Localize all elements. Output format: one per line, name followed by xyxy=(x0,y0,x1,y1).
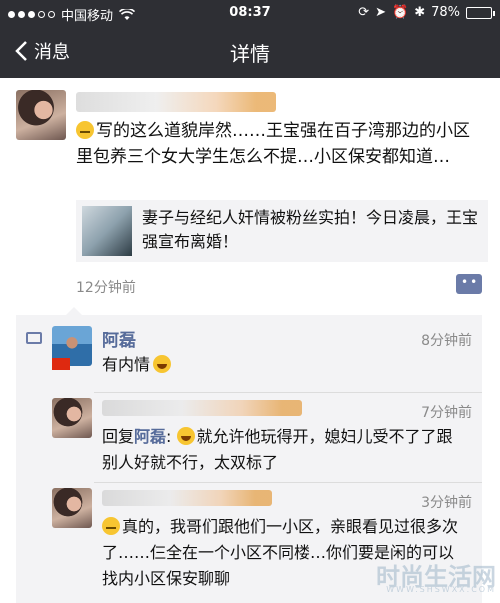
comment-divider xyxy=(94,392,482,393)
bluetooth-icon: ✱ xyxy=(414,5,426,20)
alarm-icon: ⏰ xyxy=(392,5,409,20)
shared-article-card[interactable]: 妻子与经纪人奸情被粉丝实拍！今日凌晨，王宝强宣布离婚！ xyxy=(76,200,488,262)
comment-timestamp: 8分钟前 xyxy=(421,333,472,349)
reply-to-name[interactable]: 阿磊 xyxy=(134,427,166,446)
comment-author[interactable]: 阿磊 xyxy=(102,326,136,351)
comment-avatar[interactable] xyxy=(52,488,92,528)
comment-text: 有内情 xyxy=(102,352,173,378)
comment-author[interactable] xyxy=(102,490,272,506)
post-text: 写的这么道貌岸然……王宝强在百子湾那边的小区里包养三个女大学生怎么不提…小区保安… xyxy=(76,118,486,170)
page-title: 详情 xyxy=(230,42,270,66)
watermark-url: WWW.SHSWXX.COM xyxy=(386,585,496,594)
status-bar: 中国移动 08:37 ⟳ ➤ ⏰ ✱ 78% xyxy=(0,0,500,26)
comment-timestamp: 7分钟前 xyxy=(421,405,472,421)
article-title: 妻子与经纪人奸情被粉丝实拍！今日凌晨，王宝强宣布离婚！ xyxy=(142,208,479,251)
comment-author[interactable] xyxy=(102,400,302,416)
post-author-name[interactable] xyxy=(76,92,276,112)
comment-text: 回复阿磊: 就允许他玩得开，媳妇儿受不了了跟别人好就不行，太双标了 xyxy=(102,427,453,472)
article-thumbnail xyxy=(82,206,132,256)
comment-bubble-icon xyxy=(26,332,42,344)
top-bar: 中国移动 08:37 ⟳ ➤ ⏰ ✱ 78% 消息 详情 xyxy=(0,0,500,78)
watermark: 时尚生活网 WWW.SHSWXX.COM xyxy=(296,557,496,599)
tears-of-joy-emoji-icon xyxy=(176,427,195,445)
comment-avatar[interactable] xyxy=(52,398,92,438)
battery-icon xyxy=(466,6,495,19)
post-timestamp: 12分钟前 xyxy=(76,280,136,296)
awkward-emoji-icon xyxy=(76,121,94,139)
post-text-content: 写的这么道貌岸然……王宝强在百子湾那边的小区里包养三个女大学生怎么不提…小区保安… xyxy=(76,121,470,167)
comment-divider xyxy=(94,482,482,483)
nav-bar: 消息 详情 xyxy=(0,26,500,78)
comment-timestamp: 3分钟前 xyxy=(421,495,472,511)
comment-menu-button[interactable] xyxy=(456,274,482,294)
smirk-emoji-icon xyxy=(153,355,172,373)
post-avatar[interactable] xyxy=(16,90,66,140)
comment-text-content: 有内情 xyxy=(102,355,151,374)
china-flag-icon xyxy=(52,358,70,370)
reply-prefix: 回复 xyxy=(102,427,135,446)
battery-percent: 78% xyxy=(431,5,460,20)
status-right: ⟳ ➤ ⏰ ✱ 78% xyxy=(358,5,495,20)
awkward-emoji-icon xyxy=(102,517,120,535)
location-icon: ➤ xyxy=(375,5,386,20)
rotation-lock-icon: ⟳ xyxy=(358,5,370,20)
